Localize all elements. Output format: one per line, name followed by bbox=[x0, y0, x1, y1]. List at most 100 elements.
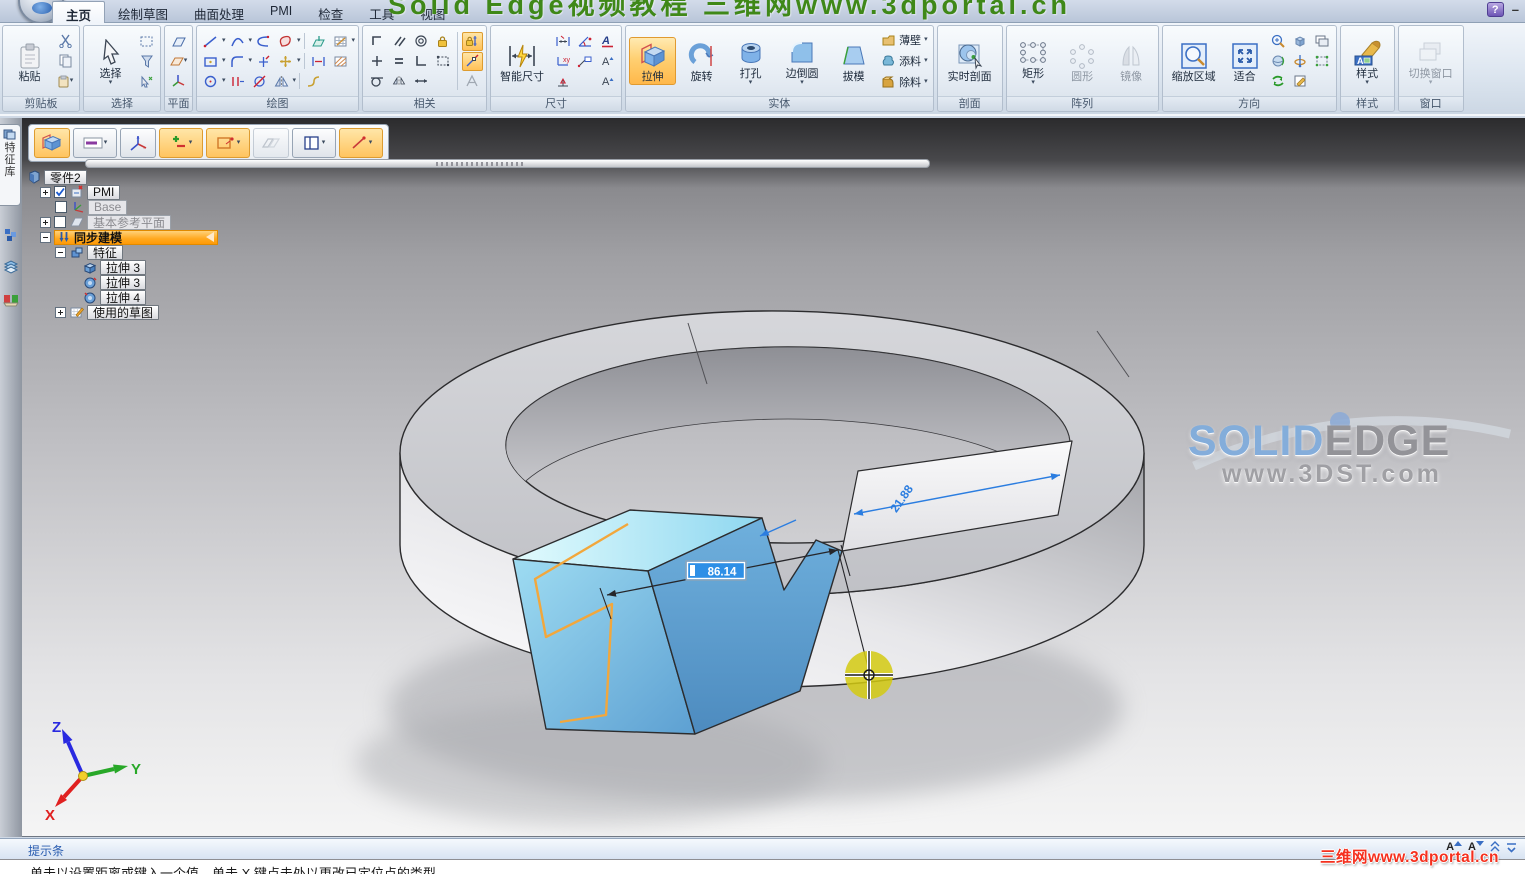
offset-icon[interactable] bbox=[227, 72, 248, 91]
tree-row-pmi[interactable]: PMI bbox=[40, 184, 218, 200]
symmetric-icon[interactable] bbox=[253, 128, 289, 158]
scroll-left-icon[interactable] bbox=[206, 232, 214, 242]
collapse-icon[interactable] bbox=[40, 231, 51, 243]
marquee-icon[interactable] bbox=[136, 32, 157, 51]
side-step-icon[interactable]: ▾ bbox=[292, 128, 336, 158]
checkbox-unchecked[interactable] bbox=[54, 216, 66, 228]
tab-home[interactable]: 主页 bbox=[52, 1, 106, 23]
dimension-value[interactable]: 86.14 bbox=[708, 567, 737, 579]
feature-library-tab[interactable]: 特征库 bbox=[0, 124, 21, 206]
tree-row-used-sketches[interactable]: 使用的草图 bbox=[55, 304, 218, 320]
fillet-icon[interactable] bbox=[227, 52, 248, 71]
thin-wall-button[interactable]: 薄壁 ▾ bbox=[879, 30, 930, 50]
equal-icon[interactable] bbox=[388, 52, 409, 71]
tab-view[interactable]: 视图 bbox=[407, 1, 458, 23]
arc-icon[interactable] bbox=[227, 32, 248, 51]
tree-row-extrude3b[interactable]: 拉伸 3 bbox=[82, 274, 218, 290]
transform-icon[interactable] bbox=[136, 72, 157, 91]
draft-button[interactable]: 拔模 bbox=[830, 37, 877, 85]
circle-icon[interactable] bbox=[200, 72, 221, 91]
revolve-button[interactable]: 旋转 bbox=[678, 37, 725, 85]
expand-icon[interactable] bbox=[1506, 842, 1517, 853]
move-icon[interactable] bbox=[275, 52, 296, 71]
extrude-mode-icon[interactable] bbox=[34, 128, 70, 158]
tree-row-features[interactable]: 特征 bbox=[55, 244, 218, 260]
coincident-plane-icon[interactable]: ▾ bbox=[168, 52, 189, 71]
paste-button[interactable]: 粘贴 bbox=[6, 37, 53, 85]
library-blocks-icon[interactable] bbox=[2, 226, 20, 244]
fit-button[interactable]: 适合 bbox=[1224, 37, 1266, 85]
spin-icon[interactable] bbox=[1290, 52, 1311, 71]
tab-sketch[interactable]: 绘制草图 bbox=[105, 1, 181, 23]
line-icon[interactable] bbox=[200, 32, 221, 51]
tab-pmi[interactable]: PMI bbox=[257, 1, 305, 23]
grid-icon[interactable] bbox=[330, 32, 351, 51]
plane-icon[interactable] bbox=[168, 32, 189, 51]
tab-surfacing[interactable]: 曲面处理 bbox=[181, 1, 257, 23]
parallel-icon[interactable] bbox=[388, 32, 409, 51]
extent-icon[interactable]: ▾ bbox=[206, 128, 250, 158]
rotate-sphere-icon[interactable] bbox=[1268, 52, 1289, 71]
hole-button[interactable]: 打孔 ▾ bbox=[727, 34, 774, 88]
expand-icon[interactable] bbox=[55, 306, 66, 318]
tab-inspect[interactable]: 检查 bbox=[305, 1, 356, 23]
connect-icon[interactable] bbox=[366, 32, 387, 51]
rectangle-icon[interactable] bbox=[200, 52, 221, 71]
zoom-icon[interactable] bbox=[1268, 32, 1289, 51]
swap-view-icon[interactable] bbox=[1268, 72, 1289, 91]
select-button[interactable]: 选择 ▾ bbox=[87, 34, 134, 88]
style-button[interactable]: A 样式 ▾ bbox=[1344, 34, 1391, 88]
minimize-ribbon-icon[interactable]: – bbox=[1512, 3, 1519, 16]
angle-icon[interactable] bbox=[574, 32, 595, 51]
live-section-button[interactable]: 实时剖面 bbox=[941, 37, 999, 85]
cut-material-button[interactable]: 除料 ▾ bbox=[879, 72, 930, 92]
datum-icon[interactable] bbox=[552, 72, 573, 91]
font-up-icon[interactable]: A bbox=[597, 52, 618, 71]
lock-icon[interactable] bbox=[432, 32, 453, 51]
checkbox-checked[interactable] bbox=[54, 186, 66, 198]
dim-style-icon[interactable]: A bbox=[597, 32, 618, 51]
project-icon[interactable] bbox=[308, 32, 329, 51]
tree-row-extrude4[interactable]: 拉伸 4 bbox=[82, 289, 218, 305]
tree-row-ref-planes[interactable]: 基本参考平面 bbox=[40, 214, 218, 230]
layers-icon[interactable] bbox=[2, 258, 20, 276]
stretch-icon[interactable] bbox=[308, 52, 329, 71]
add-cut-icon[interactable]: ▾ bbox=[159, 128, 203, 158]
3d-viewport[interactable]: 86.14 21.88 Z Y X 特征库 ▾ ▾ ▾ ▾ ▾ 零件2 PMI … bbox=[0, 118, 1525, 837]
tree-row-extrude3a[interactable]: 拉伸 3 bbox=[82, 259, 218, 275]
symmetry-icon[interactable] bbox=[388, 72, 409, 91]
selected-node-synchronous[interactable]: 同步建模 bbox=[54, 229, 218, 245]
collapse-icon[interactable] bbox=[55, 246, 66, 258]
cascade-view-icon[interactable] bbox=[1312, 32, 1333, 51]
add-material-button[interactable]: 添料 ▾ bbox=[879, 51, 930, 71]
midpoint-icon[interactable] bbox=[366, 52, 387, 71]
trim-icon[interactable] bbox=[249, 72, 270, 91]
tree-row-base[interactable]: Base bbox=[55, 199, 218, 215]
tab-tools[interactable]: 工具 bbox=[356, 1, 407, 23]
rigid-set-icon[interactable] bbox=[432, 52, 453, 71]
tree-row-part[interactable]: 零件2 bbox=[26, 169, 218, 185]
maintain-relationships-toggle[interactable] bbox=[462, 31, 484, 51]
model-canvas[interactable]: 86.14 21.88 Z Y X bbox=[0, 118, 1525, 837]
extrude-button[interactable]: 拉伸 bbox=[629, 37, 677, 85]
style-page-icon[interactable] bbox=[1290, 72, 1311, 91]
expand-icon[interactable] bbox=[40, 216, 51, 228]
smart-dimension-button[interactable]: 智能尺寸 bbox=[494, 37, 550, 85]
horizontal-icon[interactable] bbox=[410, 72, 431, 91]
pan-cube-icon[interactable] bbox=[1290, 32, 1311, 51]
help-icon[interactable]: ? bbox=[1486, 2, 1504, 17]
filter-icon[interactable] bbox=[136, 52, 157, 71]
concentric-icon[interactable] bbox=[410, 32, 431, 51]
coordinate-dim-icon[interactable]: xy bbox=[552, 52, 573, 71]
direction-line-icon[interactable]: ▾ bbox=[339, 128, 383, 158]
perpendicular-icon[interactable] bbox=[410, 52, 431, 71]
pathfinder-collapse-bar[interactable] bbox=[85, 159, 930, 168]
tree-row-synchronous[interactable]: 同步建模 bbox=[40, 229, 218, 245]
expand-icon[interactable] bbox=[40, 186, 51, 198]
loop-icon[interactable] bbox=[275, 32, 296, 51]
hatch-icon[interactable] bbox=[330, 52, 351, 71]
curve-icon[interactable] bbox=[253, 32, 274, 51]
callout-icon[interactable] bbox=[574, 52, 595, 71]
blend-icon[interactable] bbox=[303, 72, 324, 91]
box-select-icon[interactable] bbox=[1312, 52, 1333, 71]
